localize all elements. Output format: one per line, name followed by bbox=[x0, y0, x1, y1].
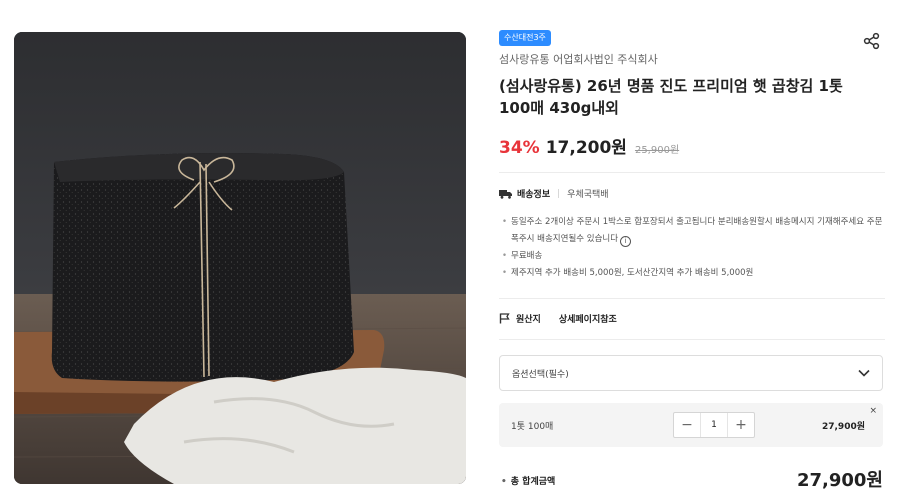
total-label: 총 합계금액 bbox=[501, 474, 556, 487]
shipping-note-text: 제주지역 추가 배송비 5,000원, 도서산간지역 추가 배송비 5,000원 bbox=[511, 268, 754, 278]
shipping-note-text: 동일주소 2개이상 주문시 1박스로 합포장되서 출고됩니다 분리배송원할시 배… bbox=[511, 217, 883, 244]
divider bbox=[499, 172, 885, 173]
product-info-panel: 수산대전3주 섬사랑유통 어업회사법인 주식회사 (섬사랑유통) 26년 명품 … bbox=[499, 0, 885, 499]
option-select[interactable]: 옵션선택(필수) bbox=[499, 355, 883, 391]
product-title: (섬사랑유통) 26년 명품 진도 프리미엄 햇 곱창김 1톳 100매 430… bbox=[499, 77, 843, 117]
option-select-placeholder: 옵션선택(필수) bbox=[512, 369, 569, 380]
shipping-notes: 동일주소 2개이상 주문시 1박스로 합포장되서 출고됩니다 분리배송원할시 배… bbox=[502, 214, 885, 282]
share-icon[interactable] bbox=[863, 32, 881, 50]
info-icon[interactable]: i bbox=[620, 236, 632, 247]
list-item: 제주지역 추가 배송비 5,000원, 도서산간지역 추가 배송비 5,000원 bbox=[502, 265, 885, 282]
discount-rate: 34% bbox=[499, 138, 540, 158]
list-item: 동일주소 2개이상 주문시 1박스로 합포장되서 출고됩니다 분리배송원할시 배… bbox=[502, 214, 885, 248]
price-row: 34% 17,200원 25,900원 bbox=[499, 133, 679, 158]
option-price: 27,900원 bbox=[821, 421, 865, 432]
product-image bbox=[14, 32, 466, 484]
origin-label: 원산지 bbox=[516, 315, 541, 325]
shipping-note-text: 무료배송 bbox=[511, 251, 543, 261]
shipping-method: 우체국택배 bbox=[567, 190, 609, 200]
original-price: 25,900원 bbox=[634, 145, 680, 156]
increase-quantity-button[interactable]: + bbox=[728, 413, 754, 437]
list-item: 무료배송 bbox=[502, 248, 885, 265]
selected-option-row: 1톳 100매 − 1 + 27,900원 × bbox=[499, 403, 883, 447]
quantity-stepper: − 1 + bbox=[673, 412, 755, 438]
selected-option-name: 1톳 100매 bbox=[511, 421, 554, 432]
decrease-quantity-button[interactable]: − bbox=[674, 413, 700, 437]
seller-name[interactable]: 섬사랑유통 어업회사법인 주식회사 bbox=[499, 51, 658, 67]
shipping-label: 배송정보 bbox=[517, 190, 551, 200]
divider bbox=[499, 339, 885, 340]
chevron-down-icon bbox=[858, 369, 870, 377]
total-price: 27,900원 bbox=[796, 470, 883, 491]
flag-icon bbox=[499, 313, 510, 324]
divider bbox=[499, 298, 885, 299]
promo-badge: 수산대전3주 bbox=[499, 30, 551, 46]
quantity-value[interactable]: 1 bbox=[700, 413, 728, 437]
sale-price: 17,200원 bbox=[545, 138, 627, 158]
origin-value: 상세페이지참조 bbox=[558, 315, 617, 325]
origin-row: 원산지 상세페이지참조 bbox=[499, 312, 617, 325]
shipping-header: 배송정보 | 우체국택배 bbox=[499, 187, 609, 200]
remove-option-button[interactable]: × bbox=[869, 406, 877, 416]
truck-icon bbox=[499, 189, 512, 199]
separator: | bbox=[557, 188, 561, 199]
